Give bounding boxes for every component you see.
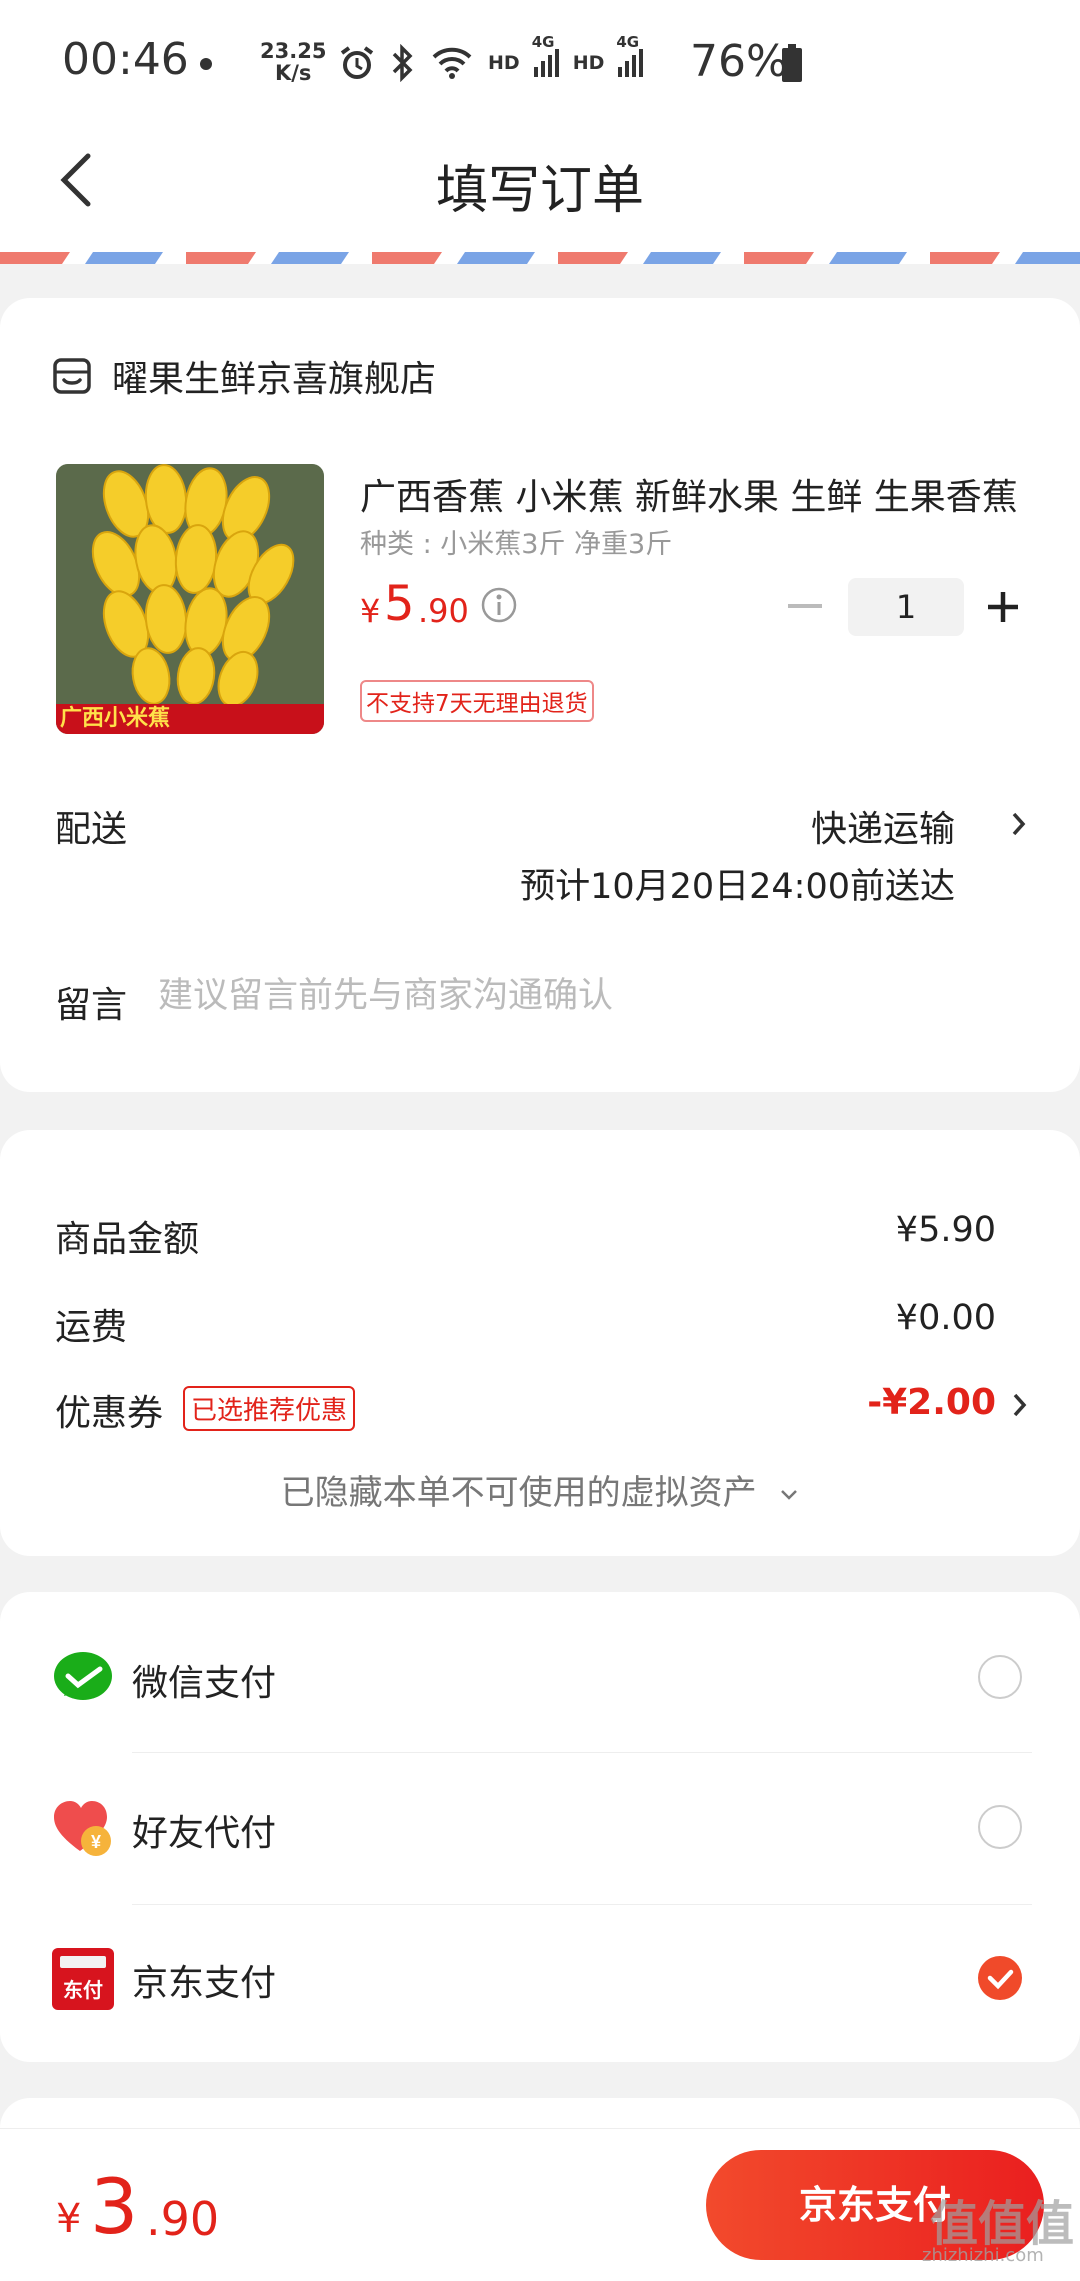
divider <box>132 1904 1032 1905</box>
signal-icon-1: 4G <box>532 33 559 77</box>
check-icon <box>987 1969 1014 1990</box>
coupon-badge: 已选推荐优惠 <box>183 1386 356 1431</box>
delivery-label: 配送 <box>55 809 128 850</box>
product-spec[interactable]: 种类 : 小米蕉3斤 净重3斤 <box>360 522 672 561</box>
chevron-right-icon[interactable] <box>1010 810 1028 838</box>
divider <box>132 1752 1032 1753</box>
goods-amount-label: 商品金额 <box>55 1219 200 1260</box>
return-policy-tag: 不支持7天无理由退货 <box>360 680 594 722</box>
price-currency: ¥ <box>360 592 381 630</box>
coupon-label[interactable]: 优惠券 <box>55 1384 163 1436</box>
shipping-label: 运费 <box>55 1307 128 1348</box>
page-title: 填写订单 <box>435 161 644 221</box>
hidden-assets-toggle[interactable]: 已隐藏本单不可使用的虚拟资产 <box>0 1465 1080 1514</box>
wechat-pay-icon <box>54 1652 112 1700</box>
alarm-icon <box>340 46 374 79</box>
watermark-logo: 值值值 <box>930 2196 1075 2252</box>
payment-radio-wechat[interactable] <box>978 1655 1022 1699</box>
total-currency: ¥ <box>56 2196 82 2242</box>
chevron-down-icon <box>781 1489 798 1500</box>
payment-option-label[interactable]: 微信支付 <box>132 1654 276 1706</box>
jd-pay-icon-text: 东付 <box>63 1978 103 2002</box>
status-time: 00:46 <box>62 34 189 85</box>
signal-gen-2: 4G <box>616 33 640 51</box>
notification-dot-icon <box>200 58 212 70</box>
jd-pay-icon: 东付 <box>52 1948 114 2010</box>
friend-pay-heart-icon: ¥ <box>54 1801 111 1856</box>
shipping-value: ¥0.00 <box>895 1298 996 1338</box>
network-speed-unit: K/s <box>274 61 312 85</box>
price-decimal: .90 <box>418 592 469 630</box>
payment-option-label[interactable]: 京东支付 <box>132 1954 276 2006</box>
quantity-increase-button[interactable] <box>986 590 1020 624</box>
store-icon <box>53 358 91 394</box>
total-decimal: .90 <box>146 2192 220 2246</box>
signal-gen-1: 4G <box>531 33 555 51</box>
network-speed: 23.25 K/s <box>260 40 326 84</box>
product-image[interactable]: 广西小米蕉 <box>56 464 324 734</box>
quantity-decrease-button[interactable] <box>788 604 822 608</box>
hidden-assets-text: 已隐藏本单不可使用的虚拟资产 <box>280 1473 757 1513</box>
note-label: 留言 <box>55 985 128 1026</box>
bluetooth-icon <box>392 44 413 82</box>
quantity-input[interactable]: 1 <box>848 578 964 636</box>
total-integer: 3 <box>90 2162 139 2251</box>
payment-option-label[interactable]: 好友代付 <box>132 1804 276 1856</box>
delivery-method[interactable]: 快递运输 <box>811 800 955 852</box>
price-integer: 5 <box>384 576 415 632</box>
svg-text:¥: ¥ <box>91 1832 101 1852</box>
signal-hd-label-1: HD <box>488 52 520 74</box>
product-image-caption: 广西小米蕉 <box>60 706 171 731</box>
signal-hd-label-2: HD <box>572 52 605 74</box>
goods-amount-value: ¥5.90 <box>895 1210 996 1250</box>
coupon-chevron-right-icon[interactable] <box>1012 1392 1028 1418</box>
product-title[interactable]: 广西香蕉 小米蕉 新鲜水果 生鲜 生果香蕉 <box>360 468 1020 520</box>
wifi-icon <box>432 47 472 79</box>
delivery-eta: 预计10月20日24:00前送达 <box>520 867 955 907</box>
note-input[interactable] <box>158 976 1018 1016</box>
battery-percent: 76% <box>690 36 788 87</box>
coupon-value[interactable]: -¥2.00 <box>867 1382 996 1423</box>
payment-radio-friend[interactable] <box>978 1805 1022 1849</box>
status-icons: HD 4G HD 4G <box>338 33 644 88</box>
watermark-url: zhizhizhi.com <box>922 2245 1044 2266</box>
network-speed-value: 23.25 <box>260 39 327 63</box>
info-icon[interactable] <box>480 586 518 624</box>
signal-icon-2: 4G <box>616 33 644 77</box>
envelope-stripe-decoration <box>0 252 1080 264</box>
battery-icon <box>782 44 802 82</box>
store-name[interactable]: 曜果生鲜京喜旗舰店 <box>112 350 436 402</box>
payment-radio-jd-selected[interactable] <box>978 1956 1022 2000</box>
banana-image <box>56 464 324 734</box>
